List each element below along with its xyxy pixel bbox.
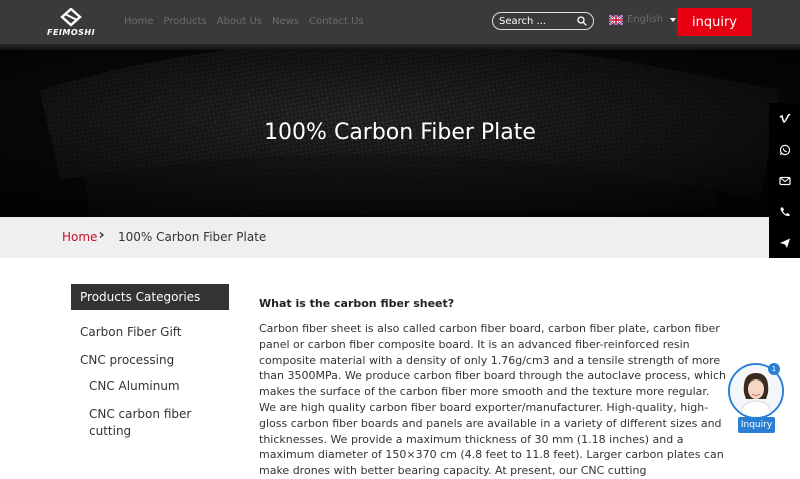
content-heading: What is the carbon fiber sheet? [259, 297, 455, 310]
chevron-right-icon [99, 232, 105, 238]
social-rail [769, 103, 800, 258]
language-label: English [627, 14, 664, 25]
category-cnc-carbon-fiber-cutting[interactable]: CNC carbon fiber cutting [89, 406, 199, 440]
search-icon[interactable] [577, 16, 587, 26]
vimeo-icon [779, 113, 791, 123]
inquiry-button[interactable]: inquiry [677, 8, 752, 36]
nav-item-about-us[interactable]: About Us [217, 16, 262, 27]
brand-name: FEIMOSHI [47, 28, 96, 37]
vimeo-link[interactable] [769, 103, 800, 134]
nav-item-news[interactable]: News [272, 16, 299, 27]
page-title: 100% Carbon Fiber Plate [264, 120, 536, 145]
chevron-down-icon [670, 17, 677, 22]
brand-logo[interactable]: FEIMOSHI [47, 7, 96, 38]
phone-link[interactable] [769, 196, 800, 227]
breadcrumb-current: 100% Carbon Fiber Plate [118, 230, 267, 244]
uk-flag-icon [609, 14, 623, 25]
chat-notification-badge: 1 [768, 363, 780, 375]
whatsapp-icon [779, 144, 790, 155]
nav-item-products[interactable]: Products [164, 16, 207, 27]
breadcrumb: Home 100% Carbon Fiber Plate [0, 217, 800, 258]
main-nav: Home Products About Us News Contact Us [124, 16, 364, 27]
telegram-link[interactable] [769, 227, 800, 258]
nav-item-contact-us[interactable]: Contact Us [309, 16, 364, 27]
content-paragraph: Carbon fiber sheet is also called carbon… [259, 322, 727, 478]
chat-inquiry-button[interactable]: Inquiry [738, 417, 775, 433]
email-link[interactable] [769, 165, 800, 196]
category-cnc-aluminum[interactable]: CNC Aluminum [89, 378, 180, 395]
categories-heading: Products Categories [71, 284, 229, 310]
category-cnc-processing[interactable]: CNC processing [80, 352, 174, 369]
email-icon [778, 176, 791, 185]
telegram-icon [779, 238, 790, 248]
whatsapp-link[interactable] [769, 134, 800, 165]
hero-banner: 100% Carbon Fiber Plate [0, 50, 800, 217]
breadcrumb-home-link[interactable]: Home [62, 230, 97, 244]
site-header: FEIMOSHI Home Products About Us News Con… [0, 0, 800, 44]
logo-mark-icon [60, 7, 82, 27]
search-box [492, 12, 594, 30]
language-selector[interactable]: English [609, 14, 677, 25]
nav-item-home[interactable]: Home [124, 16, 154, 27]
phone-icon [780, 207, 789, 216]
search-input[interactable] [499, 14, 569, 28]
category-carbon-fiber-gift[interactable]: Carbon Fiber Gift [80, 324, 182, 341]
